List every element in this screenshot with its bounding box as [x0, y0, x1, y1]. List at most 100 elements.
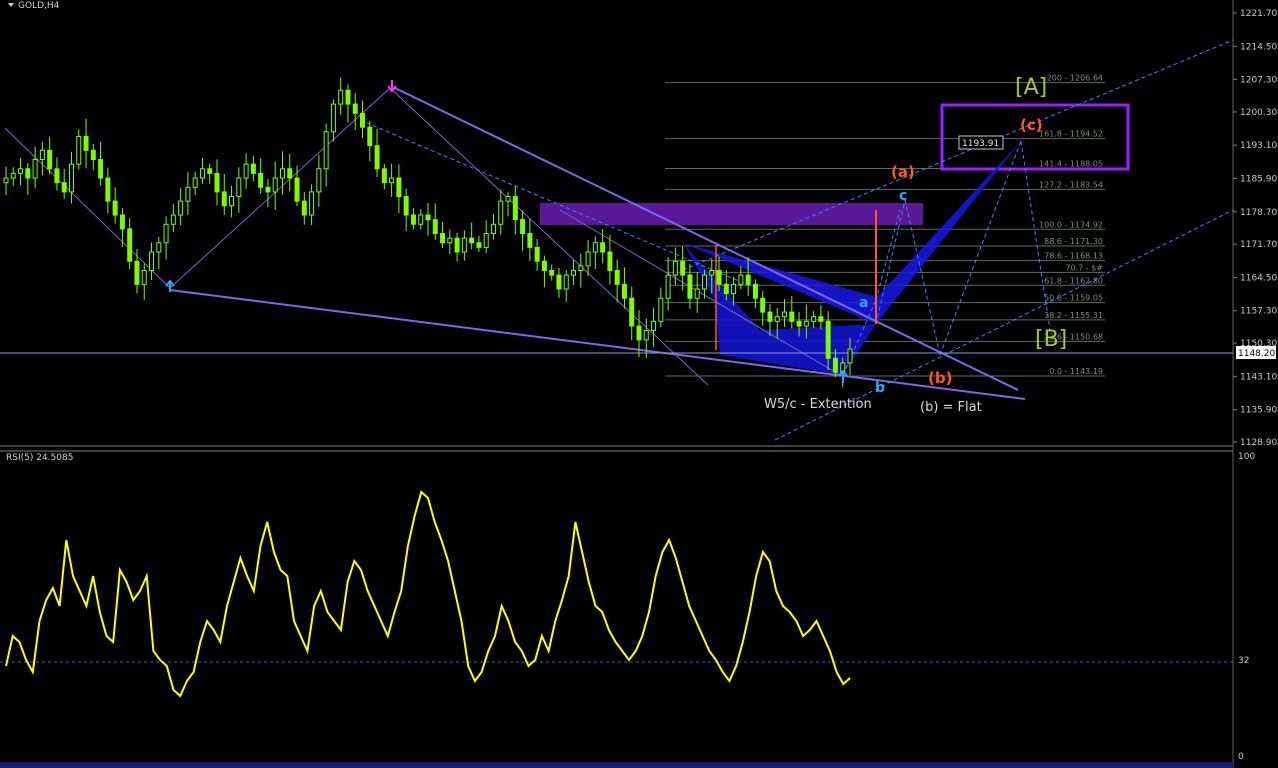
price-bar-body — [490, 223, 496, 235]
price-bar-body — [170, 214, 176, 225]
wave-c-red-label: (c) — [1020, 116, 1043, 134]
price-bar-body — [338, 89, 344, 105]
fib-level-label: 38.2 - 1155.31 — [1044, 311, 1103, 320]
price-bar-body — [701, 274, 707, 290]
price-bar-body — [432, 219, 438, 235]
price-bar-body — [796, 320, 802, 327]
fib-level-label: 0.0 - 1143.19 — [1049, 367, 1103, 376]
wave-B-label: [B] — [1035, 327, 1067, 352]
price-bar-body — [782, 311, 788, 318]
price-box-label: 1193.91 — [962, 139, 999, 149]
price-bar-body — [818, 316, 824, 322]
price-bar-body — [658, 297, 664, 322]
price-bar-body — [469, 237, 475, 244]
fib-level-label: 88.6 - 1171.30 — [1044, 237, 1103, 246]
price-bar-body — [680, 260, 686, 276]
price-bar-body — [651, 320, 657, 332]
price-bar-body — [214, 172, 220, 193]
fib-level-label: 78.6 - 1168.13 — [1044, 252, 1103, 261]
price-bar-body — [149, 251, 155, 271]
chart-background — [0, 0, 1278, 768]
wave-b-blue-label: b — [875, 380, 885, 396]
price-bar-body — [10, 172, 16, 179]
price-bar-body — [716, 269, 722, 285]
rsi-tick-label: 0 — [1238, 752, 1244, 762]
price-bar-body — [614, 269, 620, 285]
price-bar-body — [789, 311, 795, 322]
price-bar-body — [760, 297, 766, 313]
price-bar-body — [68, 163, 74, 193]
supply-zone[interactable] — [540, 203, 923, 225]
price-bar-body — [265, 186, 271, 193]
wave-a-red-label: (a) — [891, 163, 915, 181]
price-bar-body — [279, 168, 285, 179]
price-bar-body — [738, 274, 744, 285]
price-bar-body — [389, 177, 395, 184]
price-bar-body — [250, 163, 256, 174]
price-tick-label: 1200.30 — [1240, 108, 1277, 118]
price-bar-body — [316, 168, 322, 193]
price-bar-body — [520, 219, 526, 235]
price-tick-label: 1193.10 — [1240, 141, 1277, 151]
price-bar-body — [527, 233, 533, 248]
price-bar-body — [112, 200, 118, 216]
price-bar-body — [811, 316, 817, 322]
price-bar-body — [549, 269, 555, 276]
current-price-label: 1148.20 — [1238, 349, 1275, 359]
price-bar-body — [621, 283, 627, 299]
price-bar-body — [119, 214, 125, 230]
fib-level-label: 70.7 - $# — [1065, 263, 1103, 272]
price-bar-body — [672, 260, 678, 276]
price-bar-body — [54, 168, 60, 184]
fib-level-label: 50.0 - 1159.05 — [1044, 294, 1103, 303]
price-bar-body — [440, 233, 446, 244]
price-bar-body — [156, 242, 162, 253]
w5-extension-note: W5/c - Extention — [764, 397, 872, 412]
price-bar-body — [309, 191, 315, 216]
price-bar-body — [483, 233, 489, 248]
flat-note: (b) = Flat — [920, 400, 982, 415]
horizontal-scrollbar[interactable] — [0, 762, 1233, 768]
price-bar-body — [752, 283, 758, 299]
chart-canvas[interactable]: GOLD,H4 RSI(5) 24.5085 200 - 1206.64 161.… — [0, 0, 1278, 768]
price-bar-body — [127, 228, 133, 262]
price-bar-body — [425, 214, 431, 221]
price-bar-body — [47, 149, 53, 170]
price-bar-body — [578, 265, 584, 271]
price-tick-label: 1150.30 — [1240, 339, 1277, 349]
price-bar-body — [592, 242, 598, 253]
price-bar-body — [461, 237, 467, 253]
price-bar-body — [600, 242, 606, 253]
price-bar-body — [454, 237, 460, 253]
wave-c-blue-label: c — [899, 188, 907, 204]
price-bar-body — [367, 126, 373, 147]
price-bar-body — [825, 320, 831, 359]
price-bar-body — [243, 163, 249, 179]
wave-a-blue-label: a — [859, 295, 868, 311]
price-tick-label: 1143.10 — [1240, 372, 1277, 382]
price-bar-body — [258, 172, 264, 188]
rsi-tick-label: 32 — [1238, 656, 1249, 666]
price-bar-body — [90, 149, 96, 161]
price-bar-body — [76, 135, 82, 165]
price-bar-body — [83, 135, 89, 151]
price-tick-label: 1178.70 — [1240, 208, 1277, 218]
fib-level-label: 141.4 - 1188.05 — [1039, 160, 1103, 169]
price-tick-label: 1128.90 — [1240, 438, 1277, 448]
price-bar-body — [585, 251, 591, 267]
price-tick-label: 1185.90 — [1240, 174, 1277, 184]
price-bar-body — [745, 274, 751, 285]
price-bar-body — [541, 260, 547, 271]
price-bar-body — [272, 177, 278, 193]
price-bar-body — [178, 200, 184, 216]
price-bar-body — [199, 168, 205, 179]
price-bar-body — [709, 269, 715, 276]
price-bar-body — [18, 168, 24, 174]
price-bar-body — [498, 200, 504, 225]
price-bar-body — [687, 274, 693, 299]
wave-b-red-label: (b) — [928, 369, 952, 387]
price-bar-body — [447, 237, 453, 244]
price-bar-body — [607, 251, 613, 271]
price-bar-body — [61, 182, 67, 193]
price-bar-body — [629, 297, 635, 327]
